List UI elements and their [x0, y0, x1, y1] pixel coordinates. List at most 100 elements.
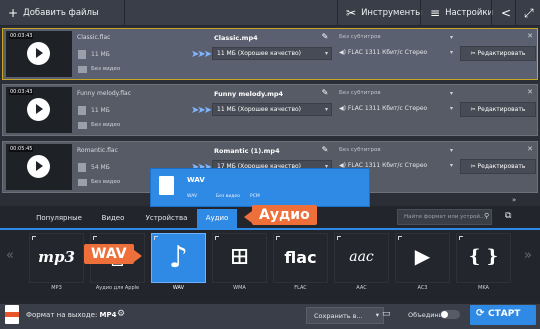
output-file-name: Funny melody.mp4	[214, 90, 284, 98]
chevron-down-icon: ▾	[324, 50, 328, 57]
source-file-size: 54 МБ	[91, 164, 110, 171]
play-icon[interactable]	[27, 98, 50, 121]
document-icon	[159, 176, 174, 195]
tooltip-field: WAV	[187, 194, 198, 199]
save-to-dropdown[interactable]: Сохранить в... ▾	[306, 307, 384, 324]
corner-mark	[337, 236, 341, 240]
quality-value: 11 МБ (Хорошее качество)	[217, 50, 302, 57]
format-mp3[interactable]: mp3	[29, 233, 84, 283]
chevron-down-icon: ▾	[449, 49, 453, 56]
merge-toggle[interactable]	[440, 310, 460, 319]
edit-label: Редактировать	[477, 106, 526, 113]
close-icon[interactable]: ✕	[527, 145, 533, 153]
add-files-button[interactable]: + Добавить файлы	[2, 0, 105, 26]
expand-button[interactable]: ⤢	[518, 0, 540, 26]
share-icon: <	[501, 6, 512, 20]
chevron-down-icon: ▾	[449, 90, 453, 97]
toolbar-divider	[491, 0, 492, 26]
chevron-down-icon: ▾	[449, 147, 453, 154]
close-icon[interactable]: ✕	[527, 88, 533, 96]
audio-track-dropdown[interactable]: ◀) FLAC 1311 Кбит/с Стерео ▾	[337, 103, 455, 116]
settings-button[interactable]: ≡ Настройки	[424, 0, 499, 26]
edit-label: Редактировать	[477, 163, 526, 170]
scroll-right-icon[interactable]: »	[524, 248, 532, 263]
rename-pencil-icon[interactable]: ✎	[319, 145, 331, 157]
play-icon[interactable]	[27, 155, 50, 178]
file-row[interactable]: 00:03:43 Funny melody.flac 11 МБ Без вид…	[2, 84, 538, 136]
format-label: MKA	[478, 285, 489, 291]
format-search-input[interactable]: Найти формат или устрой...	[397, 209, 492, 225]
thumbnail[interactable]: 00:05:45	[6, 144, 72, 190]
close-icon[interactable]: ✕	[527, 32, 533, 40]
scroll-left-icon[interactable]: «	[6, 248, 14, 263]
output-file-name: Classic.mp4	[214, 34, 258, 42]
corner-mark	[276, 236, 280, 240]
format-wav[interactable]: ♪	[151, 233, 206, 283]
audio-track-dropdown[interactable]: ◀) FLAC 1311 Кбит/с Стерео ▾	[337, 47, 455, 60]
file-size-icon	[78, 106, 86, 115]
speaker-icon: ◀)	[339, 105, 348, 112]
duration-label: 00:03:43	[9, 89, 34, 95]
rename-pencil-icon[interactable]: ✎	[319, 32, 331, 44]
convert-arrow-icon: ➤➤➤	[191, 105, 212, 116]
plus-icon: +	[8, 6, 19, 20]
aac-icon: aac	[349, 249, 374, 265]
find-device-icon[interactable]: ⧉	[505, 211, 511, 221]
callout-pointer	[244, 211, 252, 223]
format-label: MP3	[51, 285, 62, 291]
menu-icon: ≡	[430, 6, 441, 20]
subtitles-dropdown[interactable]: Без субтитров ▾	[337, 145, 455, 157]
tab-popular[interactable]: Популярные	[28, 209, 90, 228]
source-video-info: Без видео	[91, 66, 121, 72]
toggle-knob	[441, 311, 448, 318]
format-aac[interactable]: aac	[334, 233, 389, 283]
edit-button[interactable]: ✂ Редактировать	[460, 46, 536, 61]
video-icon	[78, 122, 87, 129]
format-label: WAV	[172, 285, 185, 291]
file-row[interactable]: 00:03:43 Classic.flac 11 МБ Без видео ➤➤…	[2, 28, 538, 80]
format-flac[interactable]: flac	[273, 233, 328, 283]
start-button[interactable]: ⟳ СТАРТ	[470, 305, 536, 325]
search-placeholder: Найти формат или устрой...	[404, 214, 486, 220]
source-file-name: Romantic.flac	[77, 147, 118, 154]
audio-track-value: FLAC 1311 Кбит/с Стерео	[347, 49, 428, 56]
tools-button[interactable]: ✂ Инструменты	[340, 0, 428, 26]
format-label: Аудио для Apple	[95, 285, 140, 291]
quality-dropdown[interactable]: 11 МБ (Хорошее качество) ▾	[212, 103, 332, 116]
format-label: WMA	[233, 285, 246, 291]
tab-audio[interactable]: Аудио	[197, 209, 237, 228]
scissors-icon: ✂	[470, 106, 478, 113]
format-wma[interactable]: ⊞	[212, 233, 267, 283]
subtitles-dropdown[interactable]: Без субтитров ▾	[337, 32, 455, 44]
rename-pencil-icon[interactable]: ✎	[319, 88, 331, 100]
quality-dropdown[interactable]: 11 МБ (Хорошее качество) ▾	[212, 47, 332, 60]
thumbnail[interactable]: 00:03:43	[6, 87, 72, 133]
thumbnail[interactable]: 00:03:43	[6, 31, 72, 77]
source-video-info: Без видео	[91, 122, 121, 128]
edit-button[interactable]: ✂ Редактировать	[460, 159, 536, 174]
format-mka[interactable]: { }	[456, 233, 511, 283]
subtitles-dropdown[interactable]: Без субтитров ▾	[337, 88, 455, 100]
folder-icon[interactable]: ▭	[382, 309, 391, 319]
corner-mark	[32, 236, 36, 240]
chevron-down-icon: ▾	[375, 311, 379, 319]
collapse-panel-icon[interactable]: »	[512, 196, 516, 204]
chevron-down-icon: ▾	[449, 105, 453, 112]
mp4-stripe	[5, 312, 19, 317]
quality-value: 11 МБ (Хорошее качество)	[217, 106, 302, 113]
source-file-size: 11 МБ	[91, 107, 110, 114]
search-icon[interactable]: ⚲	[484, 212, 489, 220]
tab-video[interactable]: Видео	[92, 209, 134, 228]
gear-icon[interactable]: ⚙	[117, 309, 125, 319]
convert-arrow-icon: ➤➤➤	[191, 49, 212, 60]
source-file-name: Classic.flac	[77, 34, 111, 41]
format-ac3[interactable]: ▶	[395, 233, 450, 283]
callout-label: WAV	[91, 246, 127, 262]
subtitles-value: Без субтитров	[339, 147, 381, 153]
mp4-format-icon[interactable]	[5, 305, 19, 324]
edit-button[interactable]: ✂ Редактировать	[460, 102, 536, 117]
tab-devices[interactable]: Устройства	[139, 209, 194, 228]
play-icon[interactable]	[27, 42, 50, 65]
source-file-size: 11 МБ	[91, 51, 110, 58]
tab-underline	[0, 228, 540, 230]
